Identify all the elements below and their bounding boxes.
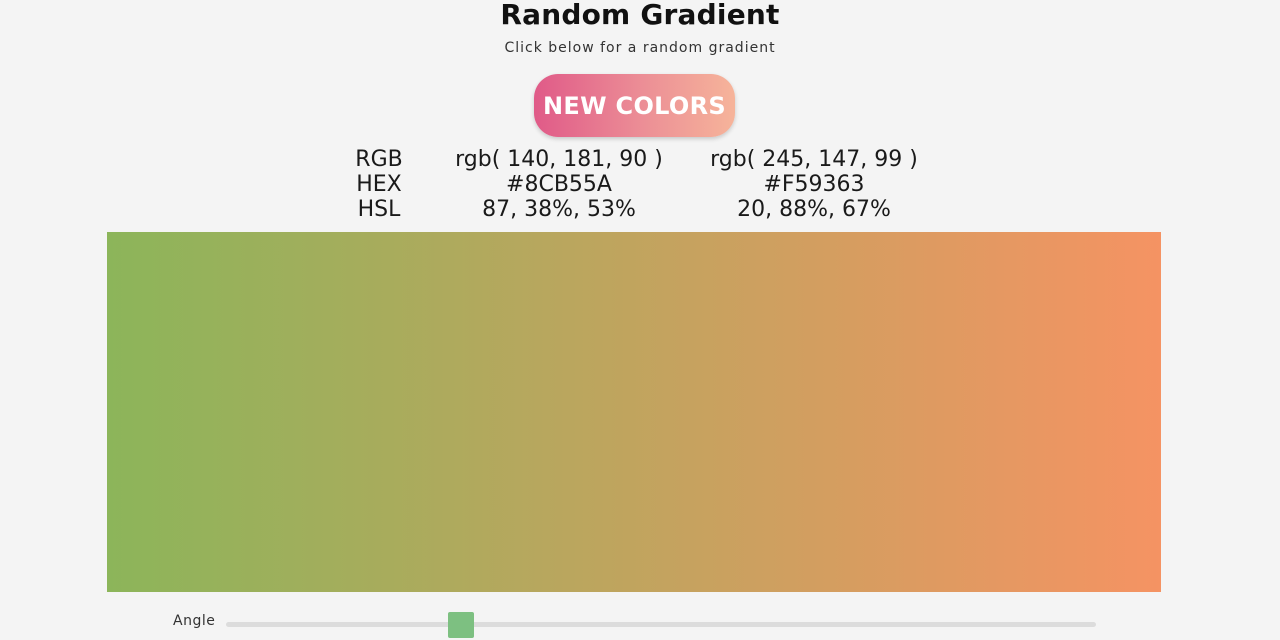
color1-info: rgb( 140, 181, 90 ) #8CB55A 87, 38%, 53% [430,147,688,222]
page-title: Random Gradient [500,0,780,31]
color1-hex-value: #8CB55A [506,172,612,197]
color1-hsl-value: 87, 38%, 53% [482,197,636,222]
color2-info: rgb( 245, 147, 99 ) #F59363 20, 88%, 67% [690,147,938,222]
hsl-label: HSL [357,197,401,222]
color-info-labels: RGB HEX HSL [330,147,428,222]
color1-rgb-value: rgb( 140, 181, 90 ) [455,147,663,172]
gradient-preview [107,232,1161,592]
color2-rgb-value: rgb( 245, 147, 99 ) [710,147,918,172]
new-colors-button[interactable]: NEW COLORS [534,74,735,137]
color2-hsl-value: 20, 88%, 67% [737,197,891,222]
page-subtitle: Click below for a random gradient [504,40,776,56]
color2-hex-value: #F59363 [763,172,865,197]
angle-label: Angle [173,613,216,629]
page: Random Gradient Click below for a random… [0,0,1280,640]
angle-slider-thumb[interactable] [447,612,474,638]
rgb-label: RGB [355,147,403,172]
angle-slider-track[interactable] [226,622,1096,627]
hex-label: HEX [356,172,402,197]
